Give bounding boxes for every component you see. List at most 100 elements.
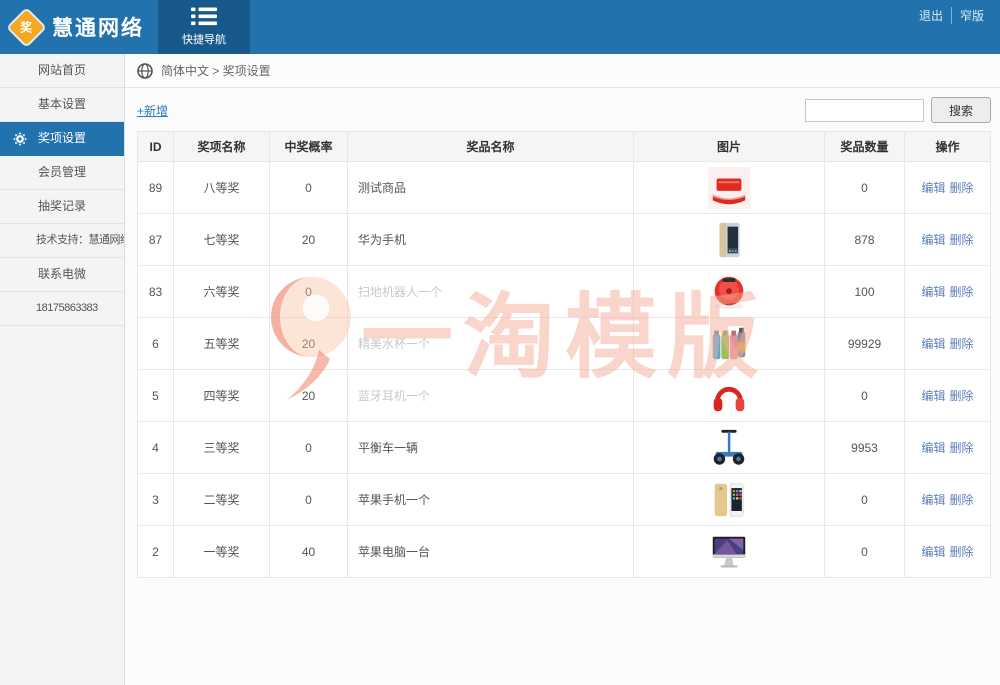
breadcrumb-text: 简体中文 > 奖项设置 xyxy=(161,62,271,79)
sidebar-item-8[interactable]: 18175863383 xyxy=(0,292,124,326)
table-row: 87七等奖20华为手机878编辑删除 xyxy=(138,214,991,266)
search-area: 搜索 xyxy=(805,97,991,123)
cell-image xyxy=(634,214,825,266)
globe-icon xyxy=(137,63,153,79)
search-input[interactable] xyxy=(805,99,924,122)
sidebar-item-6[interactable]: 技术支持：慧通网络 xyxy=(0,224,124,258)
add-new-link[interactable]: +新增 xyxy=(137,102,168,119)
logo-character: 奖 xyxy=(20,18,32,35)
column-header: ID xyxy=(138,132,174,162)
cell-probability: 0 xyxy=(270,474,348,526)
delete-link[interactable]: 删除 xyxy=(950,545,974,559)
cell-image xyxy=(634,422,825,474)
cell-quantity: 9953 xyxy=(825,422,905,474)
product-image-balance-scooter xyxy=(708,440,750,454)
cell-id: 3 xyxy=(138,474,174,526)
cell-quantity: 878 xyxy=(825,214,905,266)
delete-link[interactable]: 删除 xyxy=(950,233,974,247)
cell-prize-name: 苹果手机一个 xyxy=(348,474,634,526)
cell-image xyxy=(634,370,825,422)
edit-link[interactable]: 编辑 xyxy=(921,337,945,351)
edit-link[interactable]: 编辑 xyxy=(921,545,945,559)
table-row: 2一等奖40苹果电脑一台0编辑删除 xyxy=(138,526,991,578)
sidebar-item-5[interactable]: 抽奖记录 xyxy=(0,190,124,224)
narrow-version-link[interactable]: 窄版 xyxy=(952,7,992,24)
edit-link[interactable]: 编辑 xyxy=(921,389,945,403)
column-header: 图片 xyxy=(634,132,825,162)
table-row: 89八等奖0测试商品0编辑删除 xyxy=(138,162,991,214)
cell-id: 83 xyxy=(138,266,174,318)
delete-link[interactable]: 删除 xyxy=(950,389,974,403)
delete-link[interactable]: 删除 xyxy=(950,181,974,195)
prize-table-body: 89八等奖0测试商品0编辑删除87七等奖20华为手机878编辑删除83六等奖0扫… xyxy=(138,162,991,578)
delete-link[interactable]: 删除 xyxy=(950,493,974,507)
quick-nav-tab[interactable]: 快捷导航 xyxy=(158,0,250,54)
toolbar: +新增 搜索 xyxy=(125,88,1000,130)
logout-link[interactable]: 退出 xyxy=(911,7,952,24)
cell-prize-name: 平衡车一辆 xyxy=(348,422,634,474)
brand-logo: 奖 慧通网络 xyxy=(0,0,158,54)
column-header: 中奖概率 xyxy=(270,132,348,162)
sidebar-item-label: 技术支持：慧通网络 xyxy=(36,234,124,246)
edit-link[interactable]: 编辑 xyxy=(921,285,945,299)
cell-probability: 20 xyxy=(270,370,348,422)
product-image-red-headphones xyxy=(708,388,750,402)
sidebar-menu: 网站首页基本设置奖项设置会员管理抽奖记录技术支持：慧通网络联系电微1817586… xyxy=(0,54,125,685)
cell-prize-level: 三等奖 xyxy=(174,422,270,474)
cell-prize-name: 精美水杯一个 xyxy=(348,318,634,370)
brand-title: 慧通网络 xyxy=(52,12,144,42)
cell-prize-level: 八等奖 xyxy=(174,162,270,214)
cell-actions: 编辑删除 xyxy=(905,422,991,474)
cell-actions: 编辑删除 xyxy=(905,266,991,318)
table-row: 6五等奖20精美水杯一个99929编辑删除 xyxy=(138,318,991,370)
sidebar-item-4[interactable]: 会员管理 xyxy=(0,156,124,190)
delete-link[interactable]: 删除 xyxy=(950,441,974,455)
cell-id: 5 xyxy=(138,370,174,422)
cell-quantity: 0 xyxy=(825,162,905,214)
edit-link[interactable]: 编辑 xyxy=(921,233,945,247)
cell-actions: 编辑删除 xyxy=(905,214,991,266)
gear-icon xyxy=(13,132,27,146)
sidebar-item-3[interactable]: 奖项设置 xyxy=(0,122,124,156)
cell-quantity: 100 xyxy=(825,266,905,318)
column-header: 奖品数量 xyxy=(825,132,905,162)
cell-probability: 0 xyxy=(270,266,348,318)
sidebar-item-label: 基本设置 xyxy=(38,97,86,111)
cell-image xyxy=(634,318,825,370)
product-image-water-bottles xyxy=(708,336,750,350)
cell-id: 89 xyxy=(138,162,174,214)
product-image-imac xyxy=(708,544,750,558)
delete-link[interactable]: 删除 xyxy=(950,285,974,299)
table-row: 83六等奖0扫地机器人一个100编辑删除 xyxy=(138,266,991,318)
list-menu-icon xyxy=(191,7,217,26)
prize-diamond-icon: 奖 xyxy=(9,9,44,44)
product-image-huawei-phone xyxy=(708,232,750,246)
cell-prize-level: 四等奖 xyxy=(174,370,270,422)
cell-prize-name: 华为手机 xyxy=(348,214,634,266)
cell-probability: 20 xyxy=(270,318,348,370)
cell-actions: 编辑删除 xyxy=(905,162,991,214)
delete-link[interactable]: 删除 xyxy=(950,337,974,351)
cell-quantity: 0 xyxy=(825,474,905,526)
cell-image xyxy=(634,474,825,526)
edit-link[interactable]: 编辑 xyxy=(921,441,945,455)
cell-id: 4 xyxy=(138,422,174,474)
sidebar-item-7[interactable]: 联系电微 xyxy=(0,258,124,292)
cell-prize-name: 测试商品 xyxy=(348,162,634,214)
product-image-robot-vacuum xyxy=(708,284,750,298)
sidebar-item-label: 抽奖记录 xyxy=(38,199,86,213)
cell-probability: 40 xyxy=(270,526,348,578)
sidebar-item-2[interactable]: 基本设置 xyxy=(0,88,124,122)
sidebar-item-1[interactable]: 网站首页 xyxy=(0,54,124,88)
cell-actions: 编辑删除 xyxy=(905,370,991,422)
search-button[interactable]: 搜索 xyxy=(931,97,991,123)
cell-id: 6 xyxy=(138,318,174,370)
header-links: 退出 窄版 xyxy=(903,0,1000,54)
cell-image xyxy=(634,266,825,318)
edit-link[interactable]: 编辑 xyxy=(921,493,945,507)
sidebar-item-label: 网站首页 xyxy=(38,63,86,77)
edit-link[interactable]: 编辑 xyxy=(921,181,945,195)
cell-prize-level: 五等奖 xyxy=(174,318,270,370)
table-row: 4三等奖0平衡车一辆9953编辑删除 xyxy=(138,422,991,474)
cell-prize-level: 七等奖 xyxy=(174,214,270,266)
